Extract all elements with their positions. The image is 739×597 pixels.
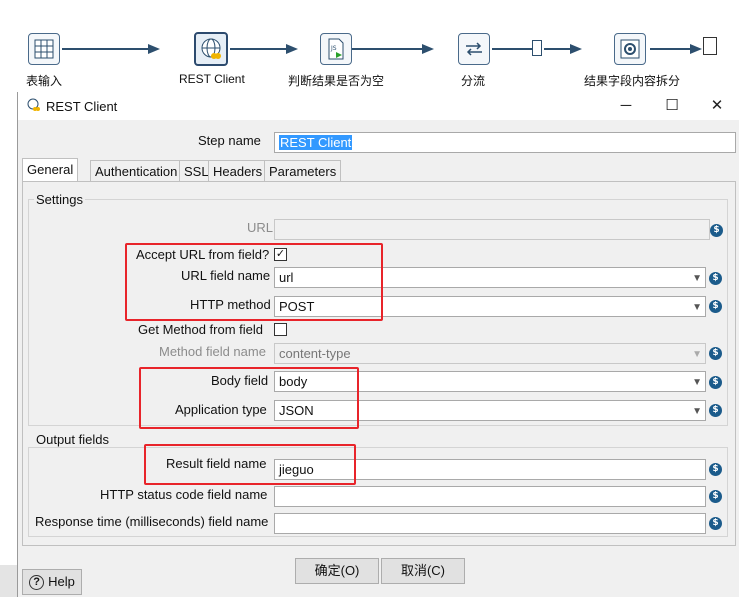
hop-line[interactable]: [230, 48, 286, 50]
hop-line[interactable]: [62, 48, 148, 50]
hop-arrow-icon: [148, 44, 160, 54]
tab-general[interactable]: General: [22, 158, 79, 182]
javascript-icon: JS: [328, 38, 344, 60]
ok-button[interactable]: 确定(O): [295, 558, 379, 584]
hop-line[interactable]: [544, 48, 570, 50]
rest-client-dialog: REST Client ─ ☐ ✕ Step name REST Client …: [17, 92, 739, 597]
hop-arrow-icon: [570, 44, 582, 54]
step-label: 表输入: [26, 74, 63, 88]
hop-line[interactable]: [352, 48, 422, 50]
step-label: REST Client: [179, 72, 245, 86]
minimize-icon[interactable]: ─: [615, 96, 637, 116]
help-button[interactable]: ? Help: [22, 569, 82, 595]
chevron-down-icon[interactable]: ▼: [692, 375, 702, 390]
maximize-icon[interactable]: ☐: [661, 96, 683, 116]
url-label: URL: [247, 220, 274, 235]
step-table-input[interactable]: [28, 33, 60, 65]
settings-group-title: Settings: [34, 192, 85, 207]
step-name-label: Step name: [198, 133, 261, 148]
close-icon[interactable]: ✕: [706, 96, 728, 116]
get-method-label: Get Method from field: [138, 322, 263, 337]
variable-icon: $: [709, 347, 722, 360]
svg-text:JS: JS: [330, 45, 337, 52]
variable-icon: $: [709, 272, 722, 285]
variable-icon: $: [709, 490, 722, 503]
variable-icon: $: [709, 376, 722, 389]
hop-arrow-icon: [286, 44, 298, 54]
highlight-body-type: [139, 367, 359, 429]
hop-line[interactable]: [492, 48, 532, 50]
switch-icon: [466, 42, 482, 56]
copy-rows-icon: [703, 37, 717, 55]
hop-line[interactable]: [650, 48, 690, 50]
http-status-label: HTTP status code field name: [100, 487, 268, 502]
tab-authentication[interactable]: Authentication: [90, 160, 183, 182]
variable-icon: $: [709, 404, 722, 417]
tab-bar: General Authentication SSL Headers Param…: [22, 158, 736, 182]
chevron-down-icon[interactable]: ▼: [692, 271, 702, 286]
step-name-value: REST Client: [279, 135, 353, 150]
step-label: 结果字段内容拆分: [584, 74, 681, 88]
http-status-input[interactable]: [274, 486, 706, 507]
rest-client-icon: [201, 38, 221, 59]
help-button-label: Help: [48, 574, 75, 589]
split-icon: [620, 39, 640, 59]
chevron-down-icon[interactable]: ▼: [692, 404, 702, 419]
switch-case-icon: [532, 40, 542, 56]
variable-icon: $: [710, 224, 723, 237]
help-icon: ?: [29, 574, 45, 590]
tab-parameters[interactable]: Parameters: [264, 160, 342, 182]
chevron-down-icon[interactable]: ▼: [692, 347, 702, 362]
table-input-icon: [34, 39, 54, 59]
variable-icon: $: [709, 300, 722, 313]
hop-arrow-icon: [690, 44, 702, 54]
step-name-input[interactable]: REST Client: [274, 132, 736, 153]
method-field-name-select[interactable]: content-type ▼: [274, 343, 706, 364]
response-time-label: Response time (milliseconds) field name: [35, 514, 269, 529]
hop-arrow-icon: [422, 44, 434, 54]
variable-icon: $: [709, 517, 722, 530]
url-input[interactable]: [274, 219, 710, 240]
tab-headers[interactable]: Headers: [208, 160, 268, 182]
highlight-result-field: [144, 444, 356, 485]
response-time-input[interactable]: [274, 513, 706, 534]
step-field-split[interactable]: [614, 33, 646, 65]
step-switch[interactable]: [458, 33, 490, 65]
dialog-titlebar[interactable]: REST Client ─ ☐ ✕: [18, 92, 739, 120]
step-rest-client[interactable]: [194, 32, 228, 66]
method-field-name-label: Method field name: [159, 344, 266, 359]
get-method-checkbox[interactable]: [274, 323, 287, 336]
cancel-button[interactable]: 取消(C): [381, 558, 465, 584]
highlight-url-method: [125, 243, 383, 321]
transformation-canvas: 表输入 REST Client JS 判断结果是否为空 分流 结果字段内容拆分: [0, 0, 739, 92]
background-strip: [0, 565, 17, 597]
variable-icon: $: [709, 463, 722, 476]
dialog-title: REST Client: [46, 99, 118, 114]
output-fields-group-title: Output fields: [34, 432, 111, 447]
method-field-name-value: content-type: [279, 346, 351, 361]
step-javascript[interactable]: JS: [320, 33, 352, 65]
step-label: 分流: [461, 74, 486, 88]
step-label: 判断结果是否为空: [288, 74, 385, 88]
chevron-down-icon[interactable]: ▼: [692, 300, 702, 315]
rest-client-icon: [27, 98, 40, 111]
